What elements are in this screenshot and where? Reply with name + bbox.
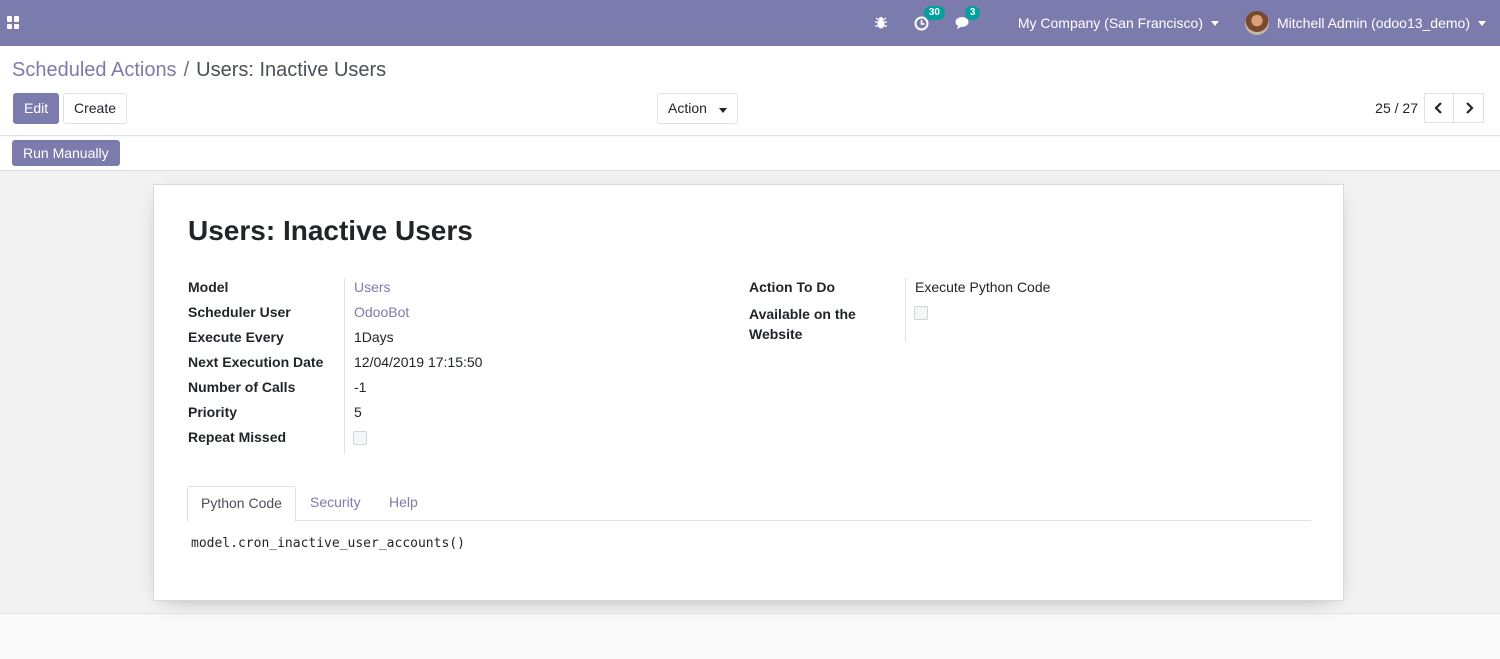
field-label: Execute Every (188, 329, 284, 345)
group-divider (344, 278, 345, 454)
breadcrumb: Scheduled Actions / Users: Inactive Users (12, 59, 386, 82)
field-action-to-do-value: Execute Python Code (915, 279, 1051, 295)
available-on-website-checkbox[interactable] (914, 306, 928, 320)
apps-menu-icon[interactable] (7, 16, 20, 29)
top-navbar: 30 3 My Company (San Francisco) Mitchell… (0, 0, 1500, 46)
field-label: Scheduler User (188, 304, 291, 320)
repeat-missed-field (353, 431, 367, 445)
edit-button[interactable]: Edit (13, 93, 60, 124)
form-statusbar: Run Manually (0, 137, 1500, 171)
chevron-down-icon (718, 108, 727, 113)
tab-help[interactable]: Help (376, 486, 431, 521)
avatar (1245, 11, 1269, 35)
field-label: Repeat Missed (188, 429, 287, 445)
activity-count-badge: 30 (923, 5, 945, 20)
action-dropdown[interactable]: Action (657, 93, 738, 124)
tab-python-code[interactable]: Python Code (187, 486, 296, 522)
breadcrumb-current: Users: Inactive Users (196, 59, 387, 81)
company-switcher[interactable]: My Company (San Francisco) (1018, 15, 1219, 31)
messages-chat-icon[interactable]: 3 (955, 6, 981, 30)
field-label: Next Execution Date (188, 354, 324, 370)
available-on-website-field (914, 306, 928, 320)
field-label: Available on the Website (749, 306, 856, 342)
company-name: My Company (San Francisco) (1017, 15, 1203, 31)
activity-clock-icon[interactable]: 30 (914, 5, 945, 31)
create-button[interactable]: Create (63, 93, 128, 124)
group-divider (905, 278, 906, 342)
field-number-of-calls-value: -1 (354, 379, 367, 395)
tab-security[interactable]: Security (297, 486, 374, 521)
field-label: Number of Calls (188, 379, 296, 395)
chevron-down-icon (1478, 20, 1486, 26)
run-manually-button[interactable]: Run Manually (12, 140, 120, 166)
field-scheduler-user-value[interactable]: OdooBot (354, 304, 409, 320)
debug-bug-icon[interactable] (874, 16, 888, 30)
field-priority-value: 5 (354, 404, 362, 420)
chevron-left-icon (1434, 102, 1442, 114)
field-label: Model (188, 279, 229, 295)
field-next-execution-date-value: 12/04/2019 17:15:50 (354, 354, 483, 370)
chevron-down-icon (1211, 20, 1219, 26)
repeat-missed-checkbox[interactable] (353, 431, 367, 445)
user-name: Mitchell Admin (odoo13_demo) (1277, 15, 1470, 31)
control-panel: Scheduled Actions / Users: Inactive Users … (0, 46, 1500, 136)
navbar-systray: 30 3 My Company (San Francisco) Mitchell… (874, 0, 1486, 46)
breadcrumb-separator: / (183, 59, 190, 81)
field-label: Priority (188, 404, 238, 420)
record-title: Users: Inactive Users (188, 215, 473, 246)
pager-previous-button[interactable] (1424, 93, 1454, 123)
notebook-tabs: Python Code Security Help (187, 486, 1311, 522)
breadcrumb-scheduled-actions[interactable]: Scheduled Actions (12, 59, 177, 81)
action-label: Action (668, 100, 707, 116)
form-sheet: Users: Inactive Users Model Users Schedu… (153, 184, 1344, 601)
field-execute-every-value: 1Days (354, 329, 394, 345)
messages-count-badge: 3 (964, 6, 981, 20)
chevron-right-icon (1465, 102, 1474, 114)
pager-value[interactable]: 25 / 27 (1375, 100, 1418, 116)
field-label: Action To Do (749, 279, 836, 295)
field-model-value[interactable]: Users (354, 279, 391, 295)
python-code-content[interactable]: model.cron_inactive_user_accounts() (191, 536, 465, 551)
pager-next-button[interactable] (1454, 93, 1484, 123)
user-menu[interactable]: Mitchell Admin (odoo13_demo) (1245, 11, 1486, 35)
pager: 25 / 27 (1375, 93, 1484, 123)
